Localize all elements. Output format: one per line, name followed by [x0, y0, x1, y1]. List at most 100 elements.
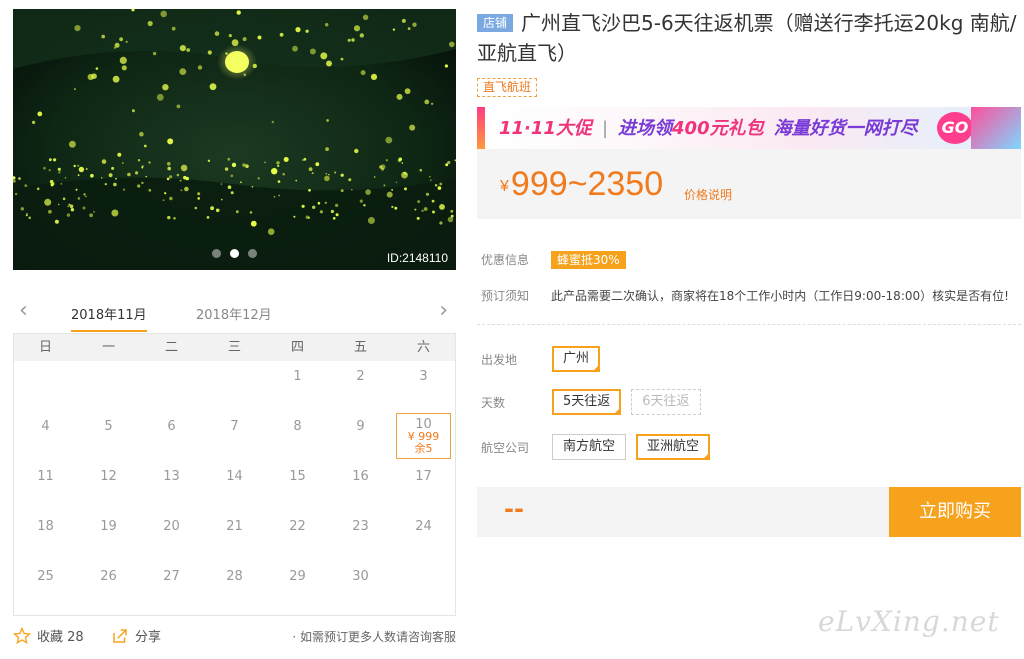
carousel-dot[interactable] [212, 249, 221, 258]
firefly-light [60, 183, 62, 185]
firefly-light [385, 159, 388, 162]
calendar-day[interactable]: 28 [203, 561, 266, 611]
calendar-day[interactable]: 2 [329, 361, 392, 411]
calendar-day[interactable]: 7 [203, 411, 266, 461]
calendar-day[interactable]: 30 [329, 561, 392, 611]
calendar-day[interactable]: 17 [392, 461, 455, 511]
shop-tag[interactable]: 店铺 [477, 14, 514, 32]
firefly-light [386, 191, 393, 198]
calendar-day[interactable]: 25 [14, 561, 77, 611]
calendar-day[interactable]: 19 [77, 511, 140, 561]
weekday-label: 四 [290, 340, 304, 355]
firefly-light [432, 210, 435, 214]
firefly-light [425, 192, 430, 196]
calendar-day-selected[interactable]: 10 ¥ 999 余5 [396, 413, 451, 459]
firefly-light [359, 33, 364, 38]
firefly-light [370, 73, 378, 80]
firefly-light [305, 29, 309, 33]
calendar-day[interactable]: 27 [140, 561, 203, 611]
price-explanation-link[interactable]: 价格说明 [684, 186, 732, 203]
site-watermark: eLvXing.net [818, 605, 1000, 638]
firefly-light [180, 189, 183, 192]
departure-label: 出发地 [481, 352, 518, 367]
promo-go-button[interactable]: GO [937, 112, 973, 144]
firefly-light [340, 173, 344, 177]
calendar-day[interactable]: 8 [266, 411, 329, 461]
firefly-light [335, 203, 339, 207]
firefly-light [207, 159, 211, 162]
image-id-label: ID:2148110 [386, 251, 448, 265]
firefly-light [186, 48, 191, 52]
calendar-day[interactable]: 15 [266, 461, 329, 511]
calendar-day[interactable]: 11 [14, 461, 77, 511]
calendar-day[interactable]: 6 [140, 411, 203, 461]
product-image-carousel[interactable]: ID:2148110 [13, 9, 456, 270]
firefly-light [108, 173, 113, 178]
calendar-day[interactable]: 12 [77, 461, 140, 511]
firefly-light [49, 179, 54, 184]
firefly-light [122, 188, 126, 191]
favorite-button[interactable]: 收藏 28 [13, 626, 84, 645]
chevron-left-icon[interactable]: ‹ [19, 299, 28, 323]
option-airline-china-southern[interactable]: 南方航空 [552, 434, 627, 460]
firefly-light [179, 45, 186, 52]
buy-now-button[interactable]: 立即购买 [889, 487, 1021, 537]
option-departure-guangzhou[interactable]: 广州 [552, 346, 601, 372]
firefly-light [412, 22, 417, 27]
calendar-day[interactable]: 21 [203, 511, 266, 561]
product-title-text: 广州直飞沙巴5-6天往返机票（赠送行李托运20kg 南航/亚航直飞） [477, 11, 1017, 65]
firefly-light [117, 152, 122, 157]
discount-badge[interactable]: 蜂蜜抵30% [551, 251, 626, 269]
firefly-light [37, 111, 43, 117]
calendar-day[interactable]: 20 [140, 511, 203, 561]
calendar-day[interactable]: 13 [140, 461, 203, 511]
tab-month-december[interactable]: 2018年12月 [196, 304, 272, 323]
calendar-day[interactable]: 1 [266, 361, 329, 411]
calendar-month-nav: ‹ 2018年11月 2018年12月 › [13, 297, 456, 333]
firefly-light [277, 180, 281, 183]
option-airline-airasia[interactable]: 亚洲航空 [636, 434, 711, 460]
firefly-light [48, 169, 51, 172]
firefly-light [28, 216, 31, 220]
carousel-dot[interactable] [248, 249, 257, 258]
firefly-light [273, 196, 276, 198]
calendar-day[interactable]: 24 [392, 511, 455, 561]
firefly-light [404, 187, 407, 191]
calendar-day[interactable]: 14 [203, 461, 266, 511]
firefly-light [319, 210, 323, 214]
firefly-light [230, 174, 234, 178]
firefly-light [367, 217, 375, 224]
share-button[interactable]: 分享 [111, 626, 161, 645]
firefly-light [89, 213, 93, 218]
option-days-5[interactable]: 5天往返 [552, 389, 622, 415]
calendar-day[interactable]: 3 [392, 361, 455, 411]
calendar-day[interactable]: 18 [14, 511, 77, 561]
calendar-day-stock: 余5 [414, 442, 433, 455]
calendar-day[interactable]: 26 [77, 561, 140, 611]
calendar-day[interactable]: 29 [266, 561, 329, 611]
calendar-day[interactable]: 5 [77, 411, 140, 461]
promo-banner[interactable]: 11·11大促 | 进场领400元礼包 海量好货一网打尽 GO [477, 107, 1021, 149]
calendar-day[interactable]: 23 [329, 511, 392, 561]
calendar-day[interactable]: 9 [329, 411, 392, 461]
calendar-empty-cell [14, 361, 77, 411]
promo-event: 11·11大促 [499, 118, 592, 139]
firefly-light [335, 213, 339, 217]
firefly-light [365, 189, 371, 195]
calendar-day[interactable]: 22 [266, 511, 329, 561]
firefly-light [111, 209, 119, 217]
firefly-light [417, 200, 421, 204]
firefly-light [179, 68, 187, 75]
firefly-light [320, 52, 328, 60]
firefly-light [147, 20, 153, 27]
firefly-light [54, 219, 59, 224]
firefly-light [439, 221, 443, 225]
chevron-right-icon[interactable]: › [439, 299, 448, 323]
carousel-dot-active[interactable] [230, 249, 239, 258]
option-days-6[interactable]: 6天往返 [631, 389, 701, 415]
price-range-value: 999~2350 [510, 165, 664, 203]
calendar-day[interactable]: 16 [329, 461, 392, 511]
tab-month-november[interactable]: 2018年11月 [71, 304, 147, 332]
firefly-light [267, 228, 275, 235]
calendar-day[interactable]: 4 [14, 411, 77, 461]
